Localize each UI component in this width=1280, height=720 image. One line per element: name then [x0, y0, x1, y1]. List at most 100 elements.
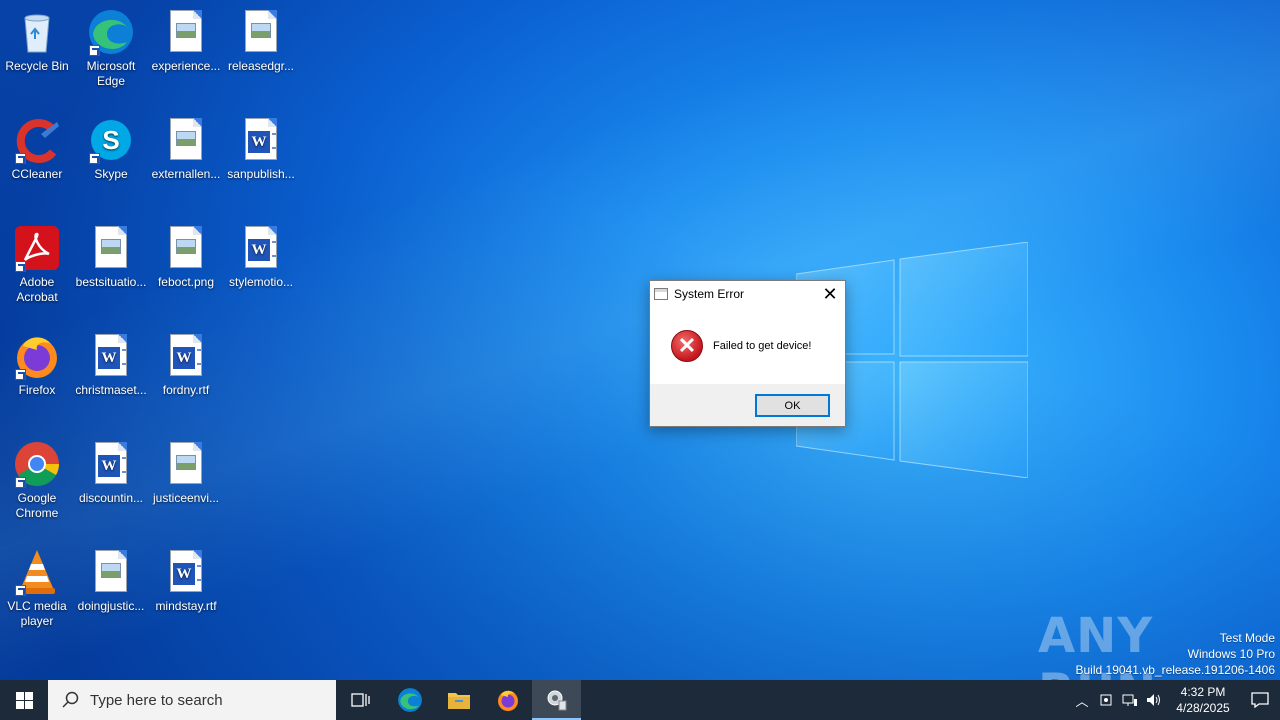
edge-icon [397, 688, 422, 712]
dialog-title: System Error [674, 287, 745, 301]
action-center-button[interactable] [1240, 680, 1280, 720]
desktop-icon-label: stylemotio... [228, 275, 294, 289]
tray-network-button[interactable] [1118, 680, 1142, 720]
desktop-icon-file[interactable]: justiceenvi... [149, 440, 223, 506]
desktop-icon-firefox[interactable]: Firefox [0, 332, 74, 398]
word-file-icon: W [237, 224, 285, 272]
test-mode-label: Test Mode [1219, 631, 1275, 645]
edge-icon [87, 8, 135, 56]
firefox-icon [497, 690, 518, 711]
desktop-icon-file[interactable]: experience... [149, 8, 223, 74]
desktop-icon-file[interactable]: W fordny.rtf [149, 332, 223, 398]
running-app-icon [547, 690, 566, 711]
desktop-icon-vlc[interactable]: VLC media player [0, 548, 74, 629]
firefox-icon [13, 332, 61, 380]
ccleaner-icon [13, 116, 61, 164]
image-file-icon [162, 224, 210, 272]
desktop-icon-chrome[interactable]: Google Chrome [0, 440, 74, 521]
close-button[interactable]: ✕ [815, 281, 845, 307]
desktop-icon-label: christmaset... [75, 383, 147, 397]
desktop-icon-label: Google Chrome [15, 491, 59, 520]
notification-icon [1251, 692, 1269, 708]
app-window-icon [654, 288, 668, 300]
desktop-icon-skype[interactable]: S Skype [74, 116, 148, 182]
word-file-icon: W [162, 548, 210, 596]
desktop-icon-file[interactable]: W sanpublish... [224, 116, 298, 182]
image-file-icon [87, 548, 135, 596]
svg-text:S: S [102, 125, 119, 155]
image-file-icon [162, 440, 210, 488]
desktop-icon-file[interactable]: doingjustic... [74, 548, 148, 614]
shortcut-arrow-icon [15, 477, 26, 488]
system-tray: ︿ 4:32 PM 4/28/2025 [1070, 680, 1280, 720]
start-button[interactable] [0, 680, 48, 720]
clock-time: 4:32 PM [1180, 685, 1226, 699]
desktop-icon-label: sanpublish... [227, 167, 295, 181]
desktop-icon-file[interactable]: W christmaset... [74, 332, 148, 398]
desktop-icon-file[interactable]: W discountin... [74, 440, 148, 506]
folder-icon [447, 693, 470, 709]
usb-device-icon [1100, 694, 1112, 706]
build-label: Build 19041.vb_release.191206-1406 [1075, 663, 1276, 677]
system-error-dialog: System Error ✕ ✕ Failed to get device! O… [649, 280, 846, 427]
taskbar-active-app-button[interactable] [532, 680, 581, 720]
taskbar-file-explorer-button[interactable] [434, 680, 483, 720]
desktop-icon-file[interactable]: W stylemotio... [224, 224, 298, 290]
task-view-button[interactable] [336, 680, 385, 720]
desktop-icon-label: doingjustic... [77, 599, 145, 613]
desktop-icon-recycle-bin[interactable]: Recycle Bin [0, 8, 74, 74]
desktop-icon-label: VLC media player [7, 599, 67, 628]
tray-security-button[interactable] [1094, 680, 1118, 720]
shortcut-arrow-icon [15, 585, 26, 596]
taskbar-search-box[interactable]: Type here to search [48, 680, 336, 720]
shortcut-arrow-icon [15, 369, 26, 380]
desktop-icon-file[interactable]: W mindstay.rtf [149, 548, 223, 614]
image-file-icon [162, 116, 210, 164]
image-file-icon [87, 224, 135, 272]
desktop-icon-ccleaner[interactable]: CCleaner [0, 116, 74, 182]
close-icon: ✕ [822, 283, 838, 304]
skype-icon: S [87, 116, 135, 164]
image-file-icon [237, 8, 285, 56]
desktop-icon-label: Adobe Acrobat [16, 275, 58, 304]
desktop-icon-label: Microsoft Edge [86, 59, 136, 88]
desktop-icon-label: fordny.rtf [162, 383, 210, 397]
word-file-icon: W [162, 332, 210, 380]
desktop-icon-label: Skype [94, 167, 128, 181]
desktop-icon-label: externallen... [151, 167, 221, 181]
desktop-icon-acrobat[interactable]: Adobe Acrobat [0, 224, 74, 305]
desktop-icon-label: justiceenvi... [152, 491, 220, 505]
recycle-bin-icon [13, 8, 61, 56]
search-icon [62, 691, 79, 708]
clock-date: 4/28/2025 [1176, 701, 1230, 715]
shortcut-arrow-icon [89, 153, 100, 164]
shortcut-arrow-icon [15, 261, 26, 272]
dialog-footer: OK [650, 384, 845, 426]
desktop-icon-edge[interactable]: Microsoft Edge [74, 8, 148, 89]
ok-button[interactable]: OK [755, 394, 830, 417]
desktop-icon-label: discountin... [78, 491, 144, 505]
taskbar-edge-button[interactable] [385, 680, 434, 720]
network-icon [1122, 694, 1137, 706]
dialog-body: ✕ Failed to get device! [650, 307, 845, 384]
search-placeholder: Type here to search [90, 691, 223, 709]
taskbar-clock[interactable]: 4:32 PM 4/28/2025 [1166, 684, 1240, 716]
desktop-icon-label: releasedgr... [227, 59, 295, 73]
windows-start-icon [15, 691, 33, 709]
windows-edition-label: Windows 10 Pro [1187, 647, 1275, 661]
shortcut-arrow-icon [89, 45, 100, 56]
taskbar-firefox-button[interactable] [483, 680, 532, 720]
show-hidden-icons-button[interactable]: ︿ [1070, 680, 1094, 720]
test-mode-watermark: Test Mode Windows 10 Pro Build 19041.vb_… [1076, 630, 1276, 678]
chrome-icon [13, 440, 61, 488]
desktop-icon-file[interactable]: releasedgr... [224, 8, 298, 74]
desktop-icon-file[interactable]: feboct.png [149, 224, 223, 290]
chevron-up-icon: ︿ [1075, 693, 1089, 709]
word-file-icon: W [237, 116, 285, 164]
desktop-icon-label: feboct.png [157, 275, 215, 289]
dialog-message: Failed to get device! [713, 339, 812, 352]
taskbar: Type here to search ︿ 4:32 PM 4/28/2025 [0, 680, 1280, 720]
tray-volume-button[interactable] [1142, 680, 1166, 720]
desktop-icon-file[interactable]: externallen... [149, 116, 223, 182]
desktop-icon-file[interactable]: bestsituatio... [74, 224, 148, 290]
